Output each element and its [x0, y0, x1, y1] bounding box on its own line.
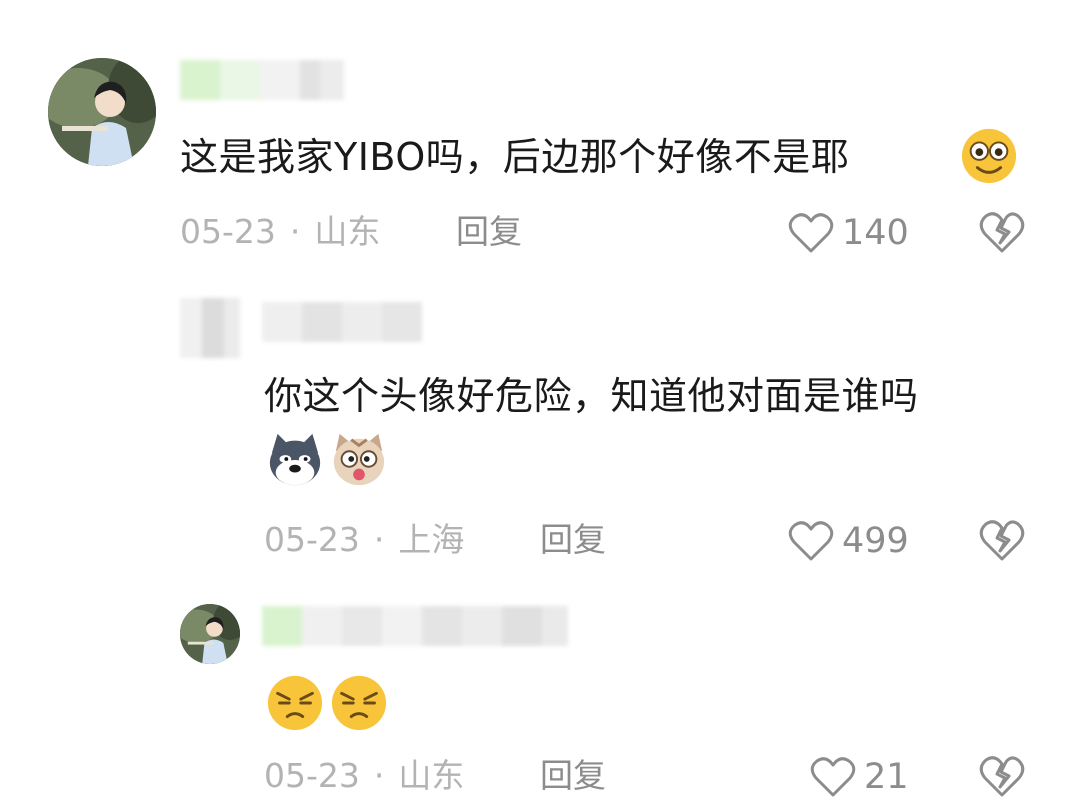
username[interactable]: [180, 60, 344, 100]
dislike-broken-heart-icon[interactable]: [978, 754, 1026, 798]
reply-user-avatar[interactable]: [180, 298, 240, 358]
husky-dog-emoji: [269, 433, 321, 486]
reply-button[interactable]: 回复: [540, 756, 606, 796]
comment-location: 上海: [398, 520, 465, 559]
comment-meta: 05-23 · 上海: [264, 520, 465, 559]
reply-button[interactable]: 回复: [540, 520, 606, 560]
like-button[interactable]: 21: [810, 756, 909, 798]
username[interactable]: [262, 302, 422, 342]
like-count: 21: [864, 757, 909, 797]
comment-location: 山东: [398, 756, 465, 795]
comment-text: 你这个头像好危险，知道他对面是谁吗: [264, 374, 919, 418]
like-button[interactable]: 499: [788, 520, 909, 562]
username[interactable]: [262, 606, 568, 646]
dislike-broken-heart-icon[interactable]: [978, 210, 1026, 254]
like-button[interactable]: 140: [788, 212, 909, 254]
comment-date: 05-23: [264, 520, 360, 559]
comment-date: 05-23: [264, 756, 360, 795]
annoyed-face-emoji: [331, 675, 387, 731]
heart-icon: [810, 757, 856, 797]
smiling-face-emoji: [961, 128, 1017, 184]
dislike-broken-heart-icon[interactable]: [978, 518, 1026, 562]
shocked-cat-emoji: [333, 433, 385, 486]
avatar[interactable]: [48, 58, 156, 166]
reply-button[interactable]: 回复: [456, 212, 522, 252]
comment-text: 这是我家YIBO吗，后边那个好像不是耶: [180, 135, 850, 179]
comment-date: 05-23: [180, 212, 276, 251]
heart-icon: [788, 521, 834, 561]
annoyed-face-emoji: [267, 675, 323, 731]
comment-meta: 05-23 · 山东: [264, 756, 465, 795]
comment-meta: 05-23 · 山东: [180, 212, 381, 251]
like-count: 140: [842, 213, 909, 253]
heart-icon: [788, 213, 834, 253]
avatar[interactable]: [180, 604, 240, 664]
comment-location: 山东: [314, 212, 381, 251]
like-count: 499: [842, 521, 909, 561]
